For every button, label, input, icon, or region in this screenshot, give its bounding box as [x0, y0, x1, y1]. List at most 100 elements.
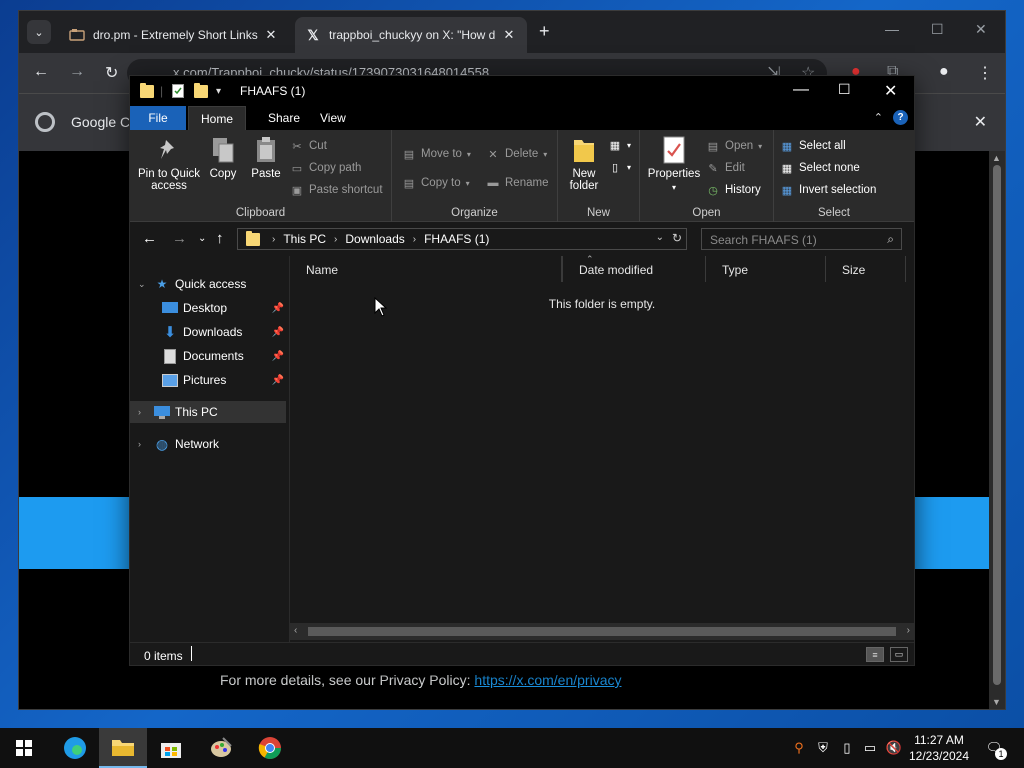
maximize-icon[interactable]: ☐ [838, 81, 851, 98]
reload-icon[interactable]: ↻ [105, 63, 118, 83]
nav-item-pictures[interactable]: Pictures 📌 [130, 369, 286, 391]
invert-selection-button[interactable]: ▦ Invert selection [780, 183, 877, 197]
search-tray-icon[interactable]: ⚲ [790, 728, 808, 768]
paste-shortcut-button[interactable]: ▣ Paste shortcut [290, 183, 383, 197]
scroll-down-icon[interactable]: ▼ [992, 697, 1001, 707]
customize-qat-icon[interactable]: ▾ [216, 82, 221, 100]
forward-arrow-icon[interactable]: → [172, 230, 187, 247]
select-all-button[interactable]: ▦ Select all [780, 139, 846, 153]
browser-tab-dropm[interactable]: dro.pm - Extremely Short Links ✕ [59, 17, 289, 53]
rename-button[interactable]: ▬ Rename [486, 176, 549, 190]
nav-item-this-pc[interactable]: › This PC [130, 401, 286, 423]
copy-path-button[interactable]: ▭ Copy path [290, 161, 362, 175]
horizontal-scrollbar[interactable]: ‹ › [290, 623, 914, 640]
close-window-icon[interactable]: ✕ [884, 81, 897, 101]
system-clock[interactable]: 11:27 AM 12/23/2024 [905, 732, 973, 764]
taskbar-paint[interactable] [197, 728, 245, 768]
maximize-icon[interactable]: ☐ [931, 21, 944, 38]
network-icon[interactable]: ▭ [860, 728, 880, 768]
copy-button[interactable]: Copy [206, 136, 240, 180]
close-tab-icon[interactable]: ✕ [501, 27, 517, 43]
easy-access-button[interactable]: ▯ ▾ [608, 160, 631, 174]
forward-arrow-icon[interactable]: → [69, 63, 85, 81]
tab-share[interactable]: Share [256, 106, 312, 130]
nav-item-documents[interactable]: Documents 📌 [130, 345, 286, 367]
taskbar-file-explorer[interactable] [99, 728, 147, 768]
taskbar-chrome[interactable] [246, 728, 294, 768]
start-button[interactable] [0, 728, 48, 768]
taskbar: ⚲ ⛨ ▯ ▭ 🔇 11:27 AM 12/23/2024 🗨 1 [0, 728, 1024, 768]
history-button[interactable]: ◷ History [706, 183, 761, 197]
breadcrumb-current-folder[interactable]: FHAAFS (1) [424, 232, 489, 246]
recent-locations-icon[interactable]: ⌄ [198, 233, 206, 244]
delete-button[interactable]: ✕ Delete ▾ [486, 147, 547, 161]
nav-item-network[interactable]: › ◍ Network [130, 433, 286, 455]
page-scrollbar[interactable]: ▲ ▼ [989, 151, 1005, 709]
new-tab-button[interactable]: + [539, 21, 550, 42]
scroll-left-icon[interactable]: ‹ [294, 625, 297, 636]
scroll-right-icon[interactable]: › [907, 625, 910, 636]
properties-qat-icon[interactable] [172, 82, 184, 100]
scrollbar-thumb[interactable] [308, 627, 896, 636]
desktop-shortcut-icon[interactable] [4, 60, 18, 78]
chrome-menu-icon[interactable]: ⋮ [977, 63, 993, 83]
move-to-button[interactable]: ▤ Move to ▾ [402, 147, 471, 161]
scrollbar-thumb[interactable] [993, 165, 1001, 685]
back-arrow-icon[interactable]: ← [33, 63, 49, 81]
nav-item-desktop[interactable]: Desktop 📌 [130, 297, 286, 319]
close-window-icon[interactable]: ✕ [975, 21, 987, 38]
tab-home[interactable]: Home [188, 106, 247, 130]
breadcrumb-downloads[interactable]: Downloads [345, 232, 404, 246]
infobar-close-icon[interactable]: ✕ [974, 112, 987, 132]
scroll-up-icon[interactable]: ▲ [992, 153, 1001, 163]
select-none-button[interactable]: ▦ Select none [780, 161, 860, 175]
taskbar-store[interactable] [147, 728, 195, 768]
minimize-icon[interactable]: — [885, 21, 899, 37]
collapse-ribbon-icon[interactable]: ⌃ [874, 111, 883, 124]
breadcrumb-this-pc[interactable]: This PC [283, 232, 326, 246]
cut-button[interactable]: ✂ Cut [290, 139, 327, 153]
new-item-button[interactable]: ▦ ▾ [608, 138, 631, 152]
paste-button[interactable]: Paste [248, 136, 284, 180]
back-arrow-icon[interactable]: ← [142, 230, 157, 247]
usb-device-icon[interactable]: ▯ [838, 728, 856, 768]
tab-file[interactable]: File [130, 106, 186, 130]
tab-strip: ⌄ dro.pm - Extremely Short Links ✕ 𝕏 tra… [19, 11, 1005, 53]
copy-to-button[interactable]: ▤ Copy to ▾ [402, 176, 470, 190]
volume-muted-icon[interactable]: 🔇 [884, 728, 904, 768]
nav-label: This PC [175, 405, 218, 419]
pin-to-quick-access-button[interactable]: Pin to Quick access [136, 136, 202, 192]
column-header-date-modified[interactable]: Date modified [562, 256, 706, 282]
tab-view[interactable]: View [308, 106, 358, 130]
new-folder-qat-icon[interactable] [194, 82, 208, 100]
cut-label: Cut [309, 140, 327, 152]
taskbar-edge[interactable] [51, 728, 99, 768]
column-header-size[interactable]: Size [826, 256, 906, 282]
help-icon[interactable]: ? [893, 110, 908, 125]
close-tab-icon[interactable]: ✕ [263, 27, 279, 43]
new-folder-button[interactable]: New folder [562, 136, 606, 192]
address-dropdown-icon[interactable]: ⌄ [656, 232, 664, 243]
nav-item-downloads[interactable]: ⬇ Downloads 📌 [130, 321, 286, 343]
open-button[interactable]: ▤ Open ▾ [706, 139, 762, 153]
search-input[interactable]: Search FHAAFS (1) ⌕ [701, 228, 902, 250]
chevron-down-icon: ⌄ [138, 278, 146, 289]
privacy-link[interactable]: https://x.com/en/privacy [474, 672, 621, 688]
details-view-button[interactable]: ≡ [866, 647, 884, 662]
security-shield-icon[interactable]: ⛨ [814, 728, 832, 768]
paste-shortcut-icon: ▣ [291, 184, 303, 197]
column-header-type[interactable]: Type [706, 256, 826, 282]
profile-avatar-icon[interactable]: ● [939, 63, 949, 81]
notification-center-icon[interactable]: 🗨 1 [982, 728, 1007, 768]
properties-button[interactable]: Properties ▾ [646, 136, 702, 194]
large-icons-view-button[interactable]: ▭ [890, 647, 908, 662]
column-header-name[interactable]: Name [290, 256, 562, 282]
breadcrumb[interactable]: › This PC › Downloads › FHAAFS (1) ⌄ ↻ [237, 228, 687, 250]
minimize-icon[interactable]: — [793, 81, 809, 99]
edit-button[interactable]: ✎ Edit [706, 161, 744, 175]
tab-search-button[interactable]: ⌄ [27, 20, 51, 44]
browser-tab-x[interactable]: 𝕏 trappboi_chuckyy on X: "How d ✕ [295, 17, 527, 53]
up-arrow-icon[interactable]: ↑ [216, 230, 224, 247]
refresh-icon[interactable]: ↻ [672, 231, 682, 245]
nav-item-quick-access[interactable]: ⌄ ★ Quick access [130, 273, 286, 295]
